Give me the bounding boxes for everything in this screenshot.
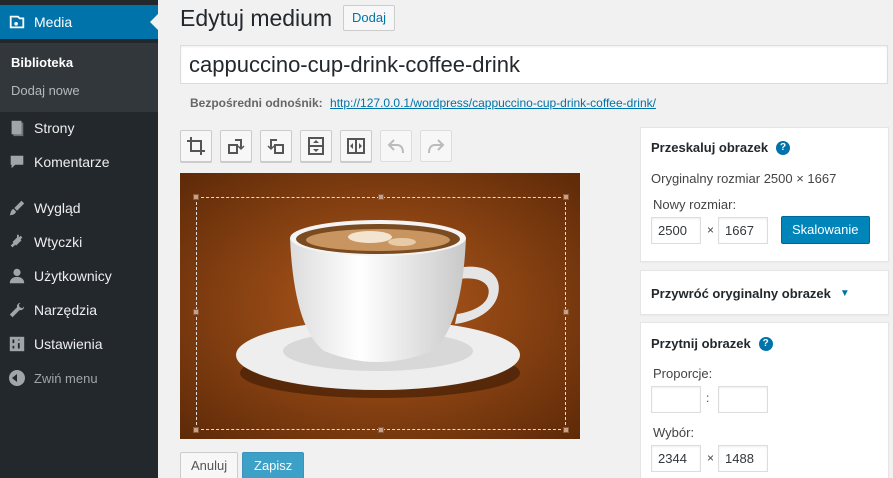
permalink-link[interactable]: http://127.0.0.1/wordpress/cappuccino-cu… [330, 96, 656, 110]
rotate-right-button[interactable] [260, 130, 292, 162]
image-preview[interactable] [180, 173, 580, 439]
crop-handle-ne[interactable] [563, 194, 569, 200]
crop-panel-title: Przytnij obrazek ? [651, 336, 773, 351]
title-input[interactable]: cappuccino-cup-drink-coffee-drink [180, 45, 888, 84]
times-sign: × [707, 223, 715, 237]
aspect-height-input[interactable] [718, 386, 768, 413]
add-new-button[interactable]: Dodaj [343, 5, 395, 31]
admin-sidebar: Media Biblioteka Dodaj nowe Strony Komen… [0, 0, 158, 478]
cancel-button[interactable]: Anuluj [180, 452, 239, 478]
flip-vertical-button[interactable] [300, 130, 332, 162]
page-title: Edytuj medium [180, 5, 333, 31]
help-icon[interactable]: ? [758, 336, 773, 351]
scale-height-input[interactable]: 1667 [718, 217, 768, 244]
redo-icon [428, 139, 445, 154]
collapse-arrow-icon [0, 370, 34, 386]
sidebar-item-media[interactable]: Media [0, 5, 158, 39]
redo-button[interactable] [420, 130, 452, 162]
media-submenu: Biblioteka Dodaj nowe [0, 43, 158, 112]
restore-panel[interactable]: Przywróć oryginalny obrazek ▼ [640, 270, 889, 315]
scale-panel: Przeskaluj obrazek ? Oryginalny rozmiar … [640, 127, 889, 262]
wrench-icon [0, 301, 34, 319]
media-icon [0, 13, 34, 31]
crop-handle-s[interactable] [378, 427, 384, 433]
sidebar-item-label: Media [34, 14, 73, 30]
collapse-label: Zwiń menu [34, 370, 98, 386]
restore-panel-title[interactable]: Przywróć oryginalny obrazek ▼ [651, 286, 850, 301]
sidebar-item-label: Użytkownicy [34, 268, 112, 284]
sidebar-item-pages[interactable]: Strony [0, 111, 158, 145]
crop-handle-e[interactable] [563, 309, 569, 315]
crop-panel: Przytnij obrazek ? Proporcje: : Wybór: 2… [640, 322, 889, 478]
crop-handle-w[interactable] [193, 309, 199, 315]
flip-horizontal-button[interactable] [340, 130, 372, 162]
permalink-label: Bezpośredni odnośnik: [190, 96, 323, 110]
user-icon [0, 267, 34, 285]
help-icon[interactable]: ? [776, 140, 791, 155]
brush-icon [0, 199, 34, 217]
original-size: Oryginalny rozmiar 2500 × 1667 [651, 171, 837, 186]
scale-button[interactable]: Skalowanie [781, 216, 870, 244]
sidebar-item-label: Narzędzia [34, 302, 98, 318]
sidebar-item-label: Wygląd [34, 200, 81, 216]
sidebar-item-comments[interactable]: Komentarze [0, 145, 158, 179]
aspect-ratio-label: Proporcje: [653, 366, 713, 381]
selection-height-input[interactable]: 1488 [718, 445, 768, 472]
sidebar-item-settings[interactable]: Ustawienia [0, 327, 158, 361]
crop-handle-nw[interactable] [193, 194, 199, 200]
sidebar-item-label: Komentarze [34, 154, 110, 170]
selection-width-input[interactable]: 2344 [651, 445, 701, 472]
comments-icon [0, 153, 34, 171]
rotate-left-icon [228, 139, 245, 154]
scale-panel-title-text: Przeskaluj obrazek [651, 140, 769, 155]
rotate-right-icon [267, 139, 284, 154]
aspect-width-input[interactable] [651, 386, 701, 413]
sidebar-item-label: Ustawienia [34, 336, 103, 352]
crop-handle-n[interactable] [378, 194, 384, 200]
settings-icon [0, 335, 34, 353]
times-sign: × [707, 451, 715, 465]
sidebar-item-label: Strony [34, 120, 75, 136]
crop-button[interactable] [180, 130, 212, 162]
submenu-add-new[interactable]: Dodaj nowe [11, 83, 80, 98]
crop-panel-title-text: Przytnij obrazek [651, 336, 751, 351]
plugin-icon [0, 233, 34, 251]
submenu-library[interactable]: Biblioteka [11, 55, 73, 70]
sidebar-item-plugins[interactable]: Wtyczki [0, 225, 158, 259]
new-size-label: Nowy rozmiar: [653, 197, 737, 212]
pages-icon [0, 119, 34, 137]
dropdown-arrow-icon: ▼ [839, 288, 850, 299]
crop-handle-se[interactable] [563, 427, 569, 433]
undo-button[interactable] [380, 130, 412, 162]
sidebar-item-appearance[interactable]: Wygląd [0, 191, 158, 225]
rotate-left-button[interactable] [220, 130, 252, 162]
sidebar-item-users[interactable]: Użytkownicy [0, 259, 158, 293]
sidebar-item-label: Wtyczki [34, 234, 83, 250]
selection-label: Wybór: [653, 425, 695, 440]
restore-panel-title-text: Przywróć oryginalny obrazek [651, 286, 831, 301]
scale-width-input[interactable]: 2500 [651, 217, 701, 244]
flip-vertical-icon [308, 137, 324, 155]
crop-icon [187, 137, 205, 155]
permalink: Bezpośredni odnośnik: http://127.0.0.1/w… [190, 96, 656, 110]
colon-sign: : [706, 391, 710, 405]
undo-icon [387, 139, 404, 154]
scale-panel-title: Przeskaluj obrazek ? [651, 140, 791, 155]
save-button[interactable]: Zapisz [242, 452, 305, 478]
collapse-menu-button[interactable]: Zwiń menu [0, 361, 158, 395]
crop-handle-sw[interactable] [193, 427, 199, 433]
flip-horizontal-icon [347, 138, 365, 154]
crop-selection[interactable] [193, 194, 569, 433]
sidebar-item-tools[interactable]: Narzędzia [0, 293, 158, 327]
